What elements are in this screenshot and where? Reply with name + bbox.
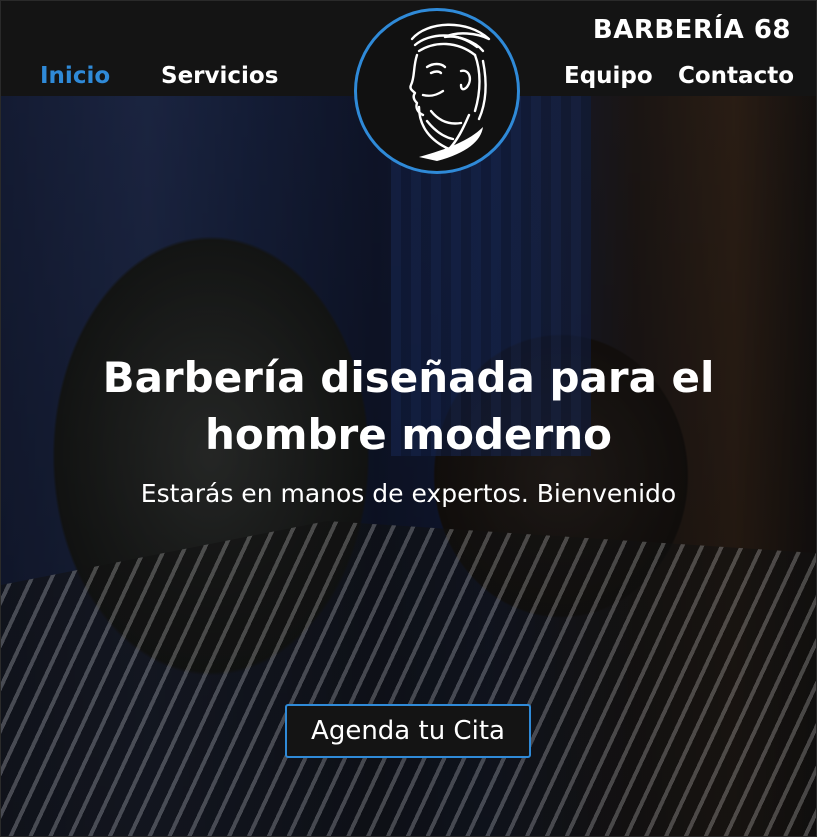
bearded-man-logo-icon	[409, 23, 491, 161]
hero-title-line-2: hombre moderno	[204, 410, 613, 459]
page: BARBERÍA 68 Inicio Servicios Equipo Cont…	[1, 1, 816, 836]
site-logo[interactable]	[354, 8, 520, 174]
hero-subtitle: Estarás en manos de expertos. Bienvenido	[140, 479, 677, 508]
hero-title: Barbería diseñada para el hombre moderno	[1, 349, 816, 463]
nav-item-inicio[interactable]: Inicio	[40, 63, 110, 89]
nav-item-contacto[interactable]: Contacto	[678, 63, 794, 89]
nav-item-equipo[interactable]: Equipo	[564, 63, 653, 89]
book-appointment-button[interactable]: Agenda tu Cita	[285, 704, 531, 758]
nav-item-servicios[interactable]: Servicios	[161, 63, 278, 89]
hero-title-line-1: Barbería diseñada para el	[102, 353, 715, 402]
brand-name: BARBERÍA 68	[592, 15, 791, 45]
